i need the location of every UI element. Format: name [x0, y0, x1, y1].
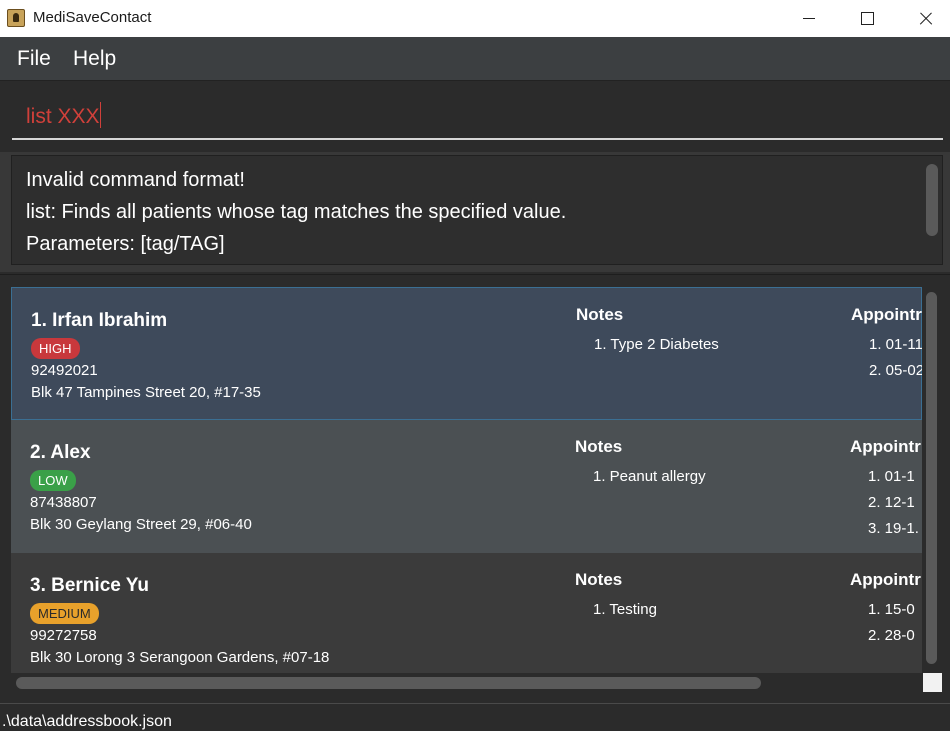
patient-name: 3. Bernice Yu: [30, 575, 149, 596]
patient-card[interactable]: 2. Alex LOW 87438807 Blk 30 Geylang Stre…: [11, 420, 922, 553]
title-bar: MediSaveContact: [0, 0, 950, 37]
appointment-item: 2. 28-0: [868, 627, 915, 644]
notes-heading: Notes: [575, 437, 623, 456]
appointment-item: 1. 01-11: [869, 336, 922, 353]
patient-name: 2. Alex: [30, 442, 91, 463]
patient-phone: 92492021: [31, 362, 98, 379]
appointments-heading: Appointr: [850, 570, 921, 589]
text-caret: [99, 102, 102, 128]
menu-help[interactable]: Help: [73, 47, 116, 71]
patient-list-panel: 1. Irfan Ibrahim HIGH 92492021 Blk 47 Ta…: [0, 274, 950, 702]
appointment-item: 1. 01-1: [868, 468, 915, 485]
patient-card[interactable]: 1. Irfan Ibrahim HIGH 92492021 Blk 47 Ta…: [11, 287, 922, 420]
result-line: Invalid command format!: [26, 169, 245, 191]
scroll-corner: [923, 673, 942, 692]
patient-address: Blk 30 Lorong 3 Serangoon Gardens, #07-1…: [30, 649, 330, 666]
status-bar: .\data\addressbook.json: [0, 703, 950, 731]
notes-heading: Notes: [575, 570, 623, 589]
menu-bar: File Help: [0, 37, 950, 81]
command-input[interactable]: list XXX: [12, 98, 943, 140]
close-button[interactable]: [896, 0, 950, 37]
patient-address: Blk 47 Tampines Street 20, #17-35: [31, 384, 261, 401]
data-file-path: .\data\addressbook.json: [2, 713, 172, 730]
appointment-item: 3. 19-1.: [868, 520, 919, 537]
priority-tag: LOW: [30, 470, 76, 491]
appointments-heading: Appointr: [851, 305, 922, 324]
app-icon: [7, 9, 25, 27]
appointments-heading: Appointr: [850, 437, 921, 456]
patient-phone: 87438807: [30, 494, 97, 511]
patient-card[interactable]: 3. Bernice Yu MEDIUM 99272758 Blk 30 Lor…: [11, 553, 922, 673]
result-scrollbar[interactable]: [926, 164, 938, 236]
priority-tag: HIGH: [31, 338, 80, 359]
command-area: list XXX: [0, 82, 950, 152]
result-panel: Invalid command format! list: Finds all …: [0, 152, 950, 272]
appointment-item: 1. 15-0: [868, 601, 915, 618]
maximize-button[interactable]: [838, 0, 896, 37]
result-display: Invalid command format! list: Finds all …: [11, 155, 943, 265]
result-line: Parameters: [tag/TAG]: [26, 233, 225, 255]
note-item: 1. Testing: [593, 601, 657, 618]
command-text: list XXX: [26, 105, 100, 128]
notes-heading: Notes: [576, 305, 624, 324]
window-title: MediSaveContact: [33, 9, 152, 26]
appointment-item: 2. 05-02: [869, 362, 922, 379]
menu-file[interactable]: File: [17, 47, 51, 71]
patient-list: 1. Irfan Ibrahim HIGH 92492021 Blk 47 Ta…: [11, 287, 922, 673]
patient-phone: 99272758: [30, 627, 97, 644]
priority-tag: MEDIUM: [30, 603, 99, 624]
appointment-item: 2. 12-1: [868, 494, 915, 511]
list-vertical-scrollbar[interactable]: [926, 292, 937, 664]
result-line: list: Finds all patients whose tag match…: [26, 201, 567, 223]
patient-name: 1. Irfan Ibrahim: [31, 310, 168, 331]
list-horizontal-scrollbar[interactable]: [16, 677, 761, 689]
patient-address: Blk 30 Geylang Street 29, #06-40: [30, 516, 252, 533]
note-item: 1. Type 2 Diabetes: [594, 336, 719, 353]
minimize-button[interactable]: [780, 0, 838, 37]
note-item: 1. Peanut allergy: [593, 468, 706, 485]
